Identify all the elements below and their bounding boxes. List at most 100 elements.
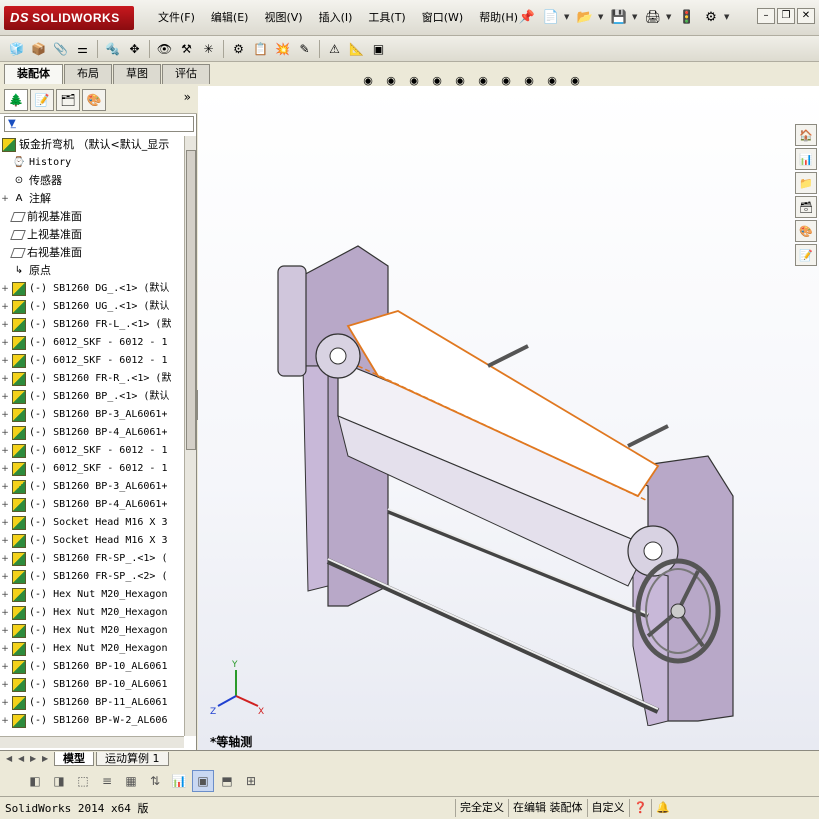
expand-icon[interactable]: +	[0, 514, 10, 532]
expand-icon[interactable]: +	[0, 460, 10, 478]
prev-tab-icon[interactable]: ◀	[18, 754, 30, 763]
tree-item[interactable]: + (-) SB1260 BP-3_AL6061+	[0, 478, 184, 496]
chart-icon[interactable]: 📊	[168, 770, 190, 792]
tree-item[interactable]: + (-) 6012_SKF - 6012 - 1	[0, 334, 184, 352]
reference-geometry-icon[interactable]: ✳	[198, 38, 219, 59]
clearance-verification-icon[interactable]: 📐	[346, 38, 367, 59]
tree-item[interactable]: ↳ 原点	[0, 262, 184, 280]
tree-horizontal-scrollbar[interactable]	[0, 736, 184, 748]
options-icon[interactable]: ⚙	[700, 6, 722, 28]
save-icon[interactable]: 💾	[608, 6, 630, 28]
minimize-icon[interactable]: –	[757, 8, 775, 24]
next-tab-icon[interactable]: ▶	[30, 754, 42, 763]
expand-icon[interactable]: +	[0, 406, 10, 424]
tree-item[interactable]: + (-) SB1260 UG_.<1> (默认	[0, 298, 184, 316]
expand-icon[interactable]: +	[0, 478, 10, 496]
tree-item[interactable]: + (-) SB1260 BP-10_AL6061	[0, 676, 184, 694]
previous-view-icon[interactable]: ◉	[404, 70, 424, 90]
tree-item[interactable]: + (-) Hex Nut M20_Hexagon	[0, 622, 184, 640]
tree-item[interactable]: + (-) SB1260 FR-SP_.<2> (	[0, 568, 184, 586]
expand-icon[interactable]: +	[0, 316, 10, 334]
expand-icon[interactable]: +	[0, 388, 10, 406]
close-icon[interactable]: ✕	[797, 8, 815, 24]
expand-icon[interactable]: +	[0, 712, 10, 730]
tree-item[interactable]: + (-) Hex Nut M20_Hexagon	[0, 640, 184, 658]
status-units-custom[interactable]: 自定义	[586, 799, 629, 817]
tree-item[interactable]: + (-) SB1260 FR-R_.<1> (默	[0, 370, 184, 388]
show-hidden-icon[interactable]: 👁	[154, 38, 175, 59]
resources-icon[interactable]: 📊	[795, 148, 817, 170]
single-view-icon[interactable]: ▣	[192, 770, 214, 792]
tree-item[interactable]: + (-) SB1260 BP-10_AL6061	[0, 658, 184, 676]
chevron-down-icon[interactable]: ▼	[564, 13, 572, 21]
smart-fasteners-icon[interactable]: 🔩	[102, 38, 123, 59]
tree-item[interactable]: + (-) 6012_SKF - 6012 - 1	[0, 352, 184, 370]
interference-detection-icon[interactable]: ⚠	[324, 38, 345, 59]
view-orientation-icon[interactable]: ◉	[450, 70, 470, 90]
expand-icon[interactable]: +	[0, 298, 10, 316]
expand-icon[interactable]: +	[0, 424, 10, 442]
tree-item[interactable]: + (-) Socket Head M16 X 3	[0, 514, 184, 532]
expand-icon[interactable]: +	[0, 280, 10, 298]
menu-edit[interactable]: 编辑(E)	[203, 10, 257, 26]
apply-scene-icon[interactable]: ◉	[542, 70, 562, 90]
tree-item[interactable]: ⊙ 传感器	[0, 172, 184, 190]
expand-icon[interactable]: +	[0, 496, 10, 514]
zoom-to-fit-icon[interactable]: ◉	[358, 70, 378, 90]
expand-icon[interactable]: +	[0, 604, 10, 622]
tree-item[interactable]: 前视基准面	[0, 208, 184, 226]
tab-model[interactable]: 模型	[54, 751, 94, 766]
tree-item[interactable]: + (-) Hex Nut M20_Hexagon	[0, 586, 184, 604]
expand-icon[interactable]: +	[0, 568, 10, 586]
chevron-right-icon[interactable]: »	[184, 90, 191, 104]
expand-icon[interactable]: +	[0, 622, 10, 640]
tree-item[interactable]: + (-) Hex Nut M20_Hexagon	[0, 604, 184, 622]
chevron-down-icon[interactable]: ▼	[598, 13, 606, 21]
tree-item[interactable]: + (-) SB1260 DG_.<1> (默认	[0, 280, 184, 298]
feature-manager-tree-icon[interactable]: 🌲	[4, 88, 28, 111]
assembly-features-icon[interactable]: ⚒	[176, 38, 197, 59]
menu-window[interactable]: 窗口(W)	[414, 10, 471, 26]
design-library-icon[interactable]: 📁	[795, 172, 817, 194]
first-tab-icon[interactable]: ◀	[6, 754, 18, 763]
insert-component-icon[interactable]: 🧊	[6, 38, 27, 59]
new-motion-study-icon[interactable]: ⚙	[228, 38, 249, 59]
appearances-icon[interactable]: 🎨	[795, 220, 817, 242]
tree-item[interactable]: 右视基准面	[0, 244, 184, 262]
tree-scrollbar[interactable]	[184, 136, 196, 736]
tree-item[interactable]: 上视基准面	[0, 226, 184, 244]
tree-item[interactable]: + (-) 6012_SKF - 6012 - 1	[0, 442, 184, 460]
section-view-icon[interactable]: ◉	[427, 70, 447, 90]
last-tab-icon[interactable]: ▶	[42, 754, 54, 763]
expand-icon[interactable]: +	[0, 370, 10, 388]
shaded-icon[interactable]: ◨	[48, 770, 70, 792]
new-document-icon[interactable]: 📄	[540, 6, 562, 28]
view-settings-icon[interactable]: ◉	[565, 70, 585, 90]
tab-motion-study[interactable]: 运动算例 1	[96, 751, 169, 766]
tab-assembly[interactable]: 装配体	[4, 64, 63, 84]
tree-item[interactable]: ⌚ History	[0, 154, 184, 172]
chevron-down-icon[interactable]: ▼	[632, 13, 640, 21]
exploded-view-icon[interactable]: 💥	[272, 38, 293, 59]
chevron-down-icon[interactable]: ▼	[724, 13, 732, 21]
move-component-icon[interactable]: ✥	[124, 38, 145, 59]
solidworks-logo[interactable]: DS SOLIDWORKS	[4, 6, 134, 30]
tab-sketch[interactable]: 草图	[113, 64, 161, 84]
file-explorer-icon[interactable]: 🗃	[795, 196, 817, 218]
tree-item[interactable]: + (-) SB1260 BP-11_AL6061	[0, 694, 184, 712]
tree-item[interactable]: + (-) 6012_SKF - 6012 - 1	[0, 460, 184, 478]
shaded-with-edges-icon[interactable]: ◧	[24, 770, 46, 792]
help-icon[interactable]: ❓	[628, 799, 652, 817]
custom-properties-icon[interactable]: 📝	[795, 244, 817, 266]
restore-icon[interactable]: ❐	[777, 8, 795, 24]
sort-icon[interactable]: ⇅	[144, 770, 166, 792]
open-folder-icon[interactable]: 📂	[574, 6, 596, 28]
print-icon[interactable]: 🖨	[642, 6, 664, 28]
home-icon[interactable]: 🏠	[795, 124, 817, 146]
tree-item[interactable]: + (-) Socket Head M16 X 3	[0, 532, 184, 550]
tree-item[interactable]: + (-) SB1260 BP-W-2_AL606	[0, 712, 184, 730]
edit-appearance-icon[interactable]: ◉	[519, 70, 539, 90]
tree-item[interactable]: + (-) SB1260 FR-L_.<1> (默	[0, 316, 184, 334]
expand-icon[interactable]: +	[0, 640, 10, 658]
menu-tools[interactable]: 工具(T)	[360, 10, 413, 26]
